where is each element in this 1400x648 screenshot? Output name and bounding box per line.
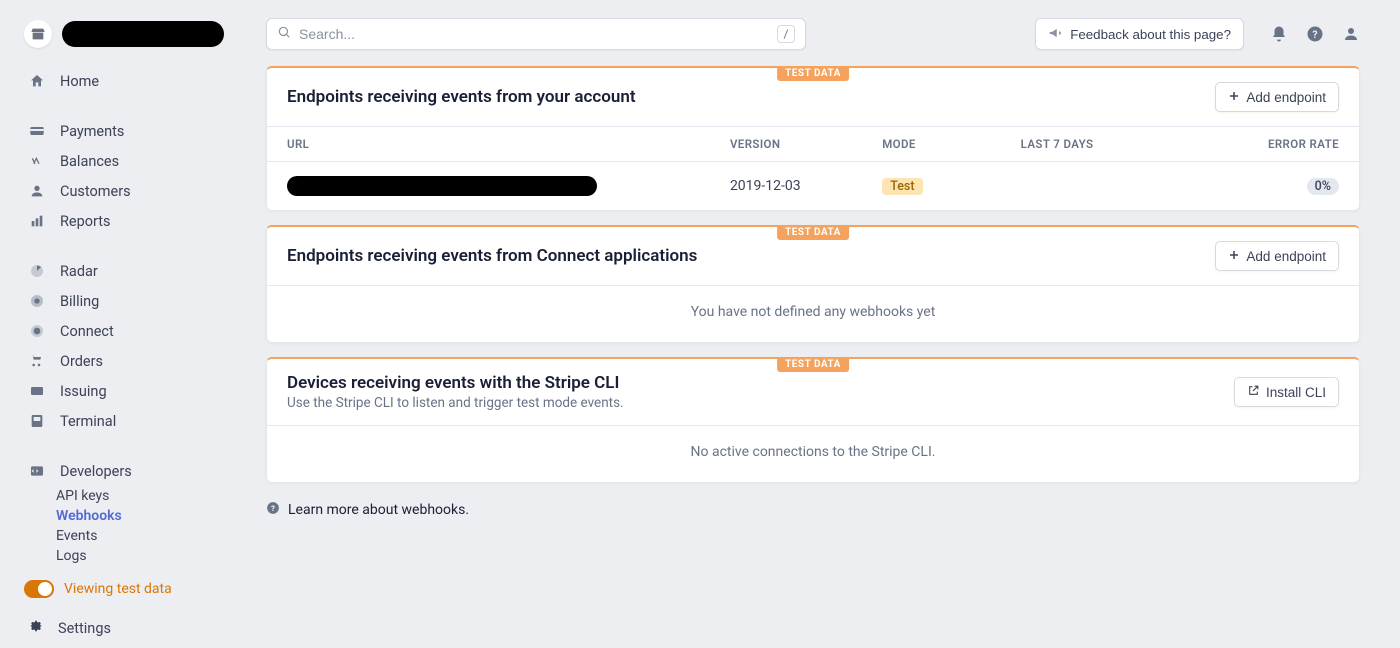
test-data-chip: TEST DATA	[777, 67, 849, 81]
account-switcher[interactable]	[0, 16, 240, 62]
test-data-chip: TEST DATA	[777, 358, 849, 372]
sidebar-item-label: Connect	[60, 323, 114, 340]
search-input[interactable]	[299, 26, 777, 42]
col-version: VERSION	[730, 137, 882, 151]
card-subtitle: Use the Stripe CLI to listen and trigger…	[287, 395, 624, 411]
sidebar-item-customers[interactable]: Customers	[0, 176, 240, 206]
profile-icon[interactable]	[1342, 25, 1360, 43]
search-shortcut-key: /	[777, 25, 795, 43]
sidebar-sub-logs[interactable]: Logs	[0, 546, 240, 566]
sidebar-item-connect[interactable]: Connect	[0, 316, 240, 346]
payments-icon	[28, 122, 46, 140]
add-endpoint-button[interactable]: Add endpoint	[1215, 241, 1339, 271]
table-header: URL VERSION MODE LAST 7 DAYS ERROR RATE	[267, 126, 1359, 162]
help-icon[interactable]: ?	[1306, 25, 1324, 43]
test-data-chip: TEST DATA	[777, 226, 849, 240]
megaphone-icon	[1048, 26, 1062, 43]
radar-icon	[28, 262, 46, 280]
add-endpoint-button[interactable]: Add endpoint	[1215, 82, 1339, 112]
col-mode: MODE	[882, 137, 1020, 151]
plus-icon	[1228, 249, 1240, 264]
sidebar-sub-webhooks[interactable]: Webhooks	[0, 506, 240, 526]
main-content: / Feedback about this page? ? TEST DATA …	[240, 0, 1400, 588]
feedback-label: Feedback about this page?	[1070, 27, 1231, 42]
external-link-icon	[1247, 384, 1260, 400]
gear-icon	[28, 618, 44, 638]
sidebar-item-developers[interactable]: Developers	[0, 456, 240, 486]
sidebar-item-orders[interactable]: Orders	[0, 346, 240, 376]
billing-icon	[28, 292, 46, 310]
svg-text:?: ?	[1312, 28, 1317, 41]
sidebar-item-label: Payments	[60, 123, 124, 140]
sidebar-sub-events[interactable]: Events	[0, 526, 240, 546]
question-circle-icon: ?	[266, 501, 280, 519]
sidebar-item-label: Reports	[60, 213, 111, 230]
connect-icon	[28, 322, 46, 340]
sidebar-item-terminal[interactable]: Terminal	[0, 406, 240, 436]
account-endpoints-card: TEST DATA Endpoints receiving events fro…	[266, 66, 1360, 211]
account-name-redacted	[62, 21, 224, 47]
svg-text:?: ?	[271, 504, 275, 513]
plus-icon	[1228, 90, 1240, 105]
cell-version: 2019-12-03	[730, 178, 882, 194]
learn-more-text: Learn more about webhooks.	[288, 502, 469, 518]
learn-more-link[interactable]: ? Learn more about webhooks.	[266, 497, 1360, 519]
sidebar-item-payments[interactable]: Payments	[0, 116, 240, 146]
sidebar: Home Payments Balances Customers Reports	[0, 0, 240, 588]
sidebar-item-label: Balances	[60, 153, 119, 170]
search-icon	[277, 25, 291, 43]
sidebar-item-issuing[interactable]: Issuing	[0, 376, 240, 406]
sidebar-item-label: Developers	[60, 463, 132, 480]
empty-state-message: No active connections to the Stripe CLI.	[267, 425, 1359, 482]
col-url: URL	[287, 137, 730, 151]
store-icon	[24, 20, 52, 48]
cli-devices-card: TEST DATA Devices receiving events with …	[266, 357, 1360, 483]
sidebar-item-billing[interactable]: Billing	[0, 286, 240, 316]
install-cli-button[interactable]: Install CLI	[1234, 377, 1339, 407]
button-label: Add endpoint	[1246, 90, 1326, 105]
developers-icon	[28, 462, 46, 480]
sidebar-item-home[interactable]: Home	[0, 66, 240, 96]
orders-icon	[28, 352, 46, 370]
col-last-7-days: LAST 7 DAYS	[1021, 137, 1201, 151]
card-title: Endpoints receiving events from Connect …	[287, 246, 697, 266]
test-mode-label: Viewing test data	[64, 581, 172, 597]
sidebar-item-label: Settings	[58, 620, 111, 637]
sidebar-item-label: Home	[60, 73, 99, 90]
top-bar: / Feedback about this page? ?	[266, 16, 1360, 52]
feedback-button[interactable]: Feedback about this page?	[1035, 18, 1244, 50]
sidebar-item-radar[interactable]: Radar	[0, 256, 240, 286]
reports-icon	[28, 212, 46, 230]
sidebar-item-label: Terminal	[60, 413, 116, 430]
test-mode-indicator[interactable]: Viewing test data	[0, 570, 240, 608]
bell-icon[interactable]	[1270, 25, 1288, 43]
sidebar-item-label: Radar	[60, 263, 98, 280]
sidebar-item-label: Billing	[60, 293, 99, 310]
button-label: Add endpoint	[1246, 249, 1326, 264]
col-error-rate: ERROR RATE	[1201, 137, 1339, 151]
connect-endpoints-card: TEST DATA Endpoints receiving events fro…	[266, 225, 1360, 343]
button-label: Install CLI	[1266, 385, 1326, 400]
empty-state-message: You have not defined any webhooks yet	[267, 285, 1359, 342]
sidebar-item-label: Customers	[60, 183, 131, 200]
error-rate-pill: 0%	[1307, 178, 1339, 195]
sidebar-item-balances[interactable]: Balances	[0, 146, 240, 176]
terminal-icon	[28, 412, 46, 430]
card-title: Endpoints receiving events from your acc…	[287, 87, 636, 107]
sidebar-item-label: Issuing	[60, 383, 107, 400]
sidebar-item-label: Orders	[60, 353, 103, 370]
card-title: Devices receiving events with the Stripe…	[287, 373, 624, 393]
sidebar-item-settings[interactable]: Settings	[0, 608, 240, 648]
table-row[interactable]: 2019-12-03 Test 0%	[267, 162, 1359, 210]
search-box[interactable]: /	[266, 18, 806, 50]
home-icon	[28, 72, 46, 90]
issuing-icon	[28, 382, 46, 400]
customers-icon	[28, 182, 46, 200]
toggle-on-icon[interactable]	[24, 580, 54, 598]
balances-icon	[28, 152, 46, 170]
endpoint-url-redacted	[287, 176, 597, 196]
sidebar-item-reports[interactable]: Reports	[0, 206, 240, 236]
sidebar-sub-api-keys[interactable]: API keys	[0, 486, 240, 506]
mode-badge: Test	[882, 178, 922, 195]
